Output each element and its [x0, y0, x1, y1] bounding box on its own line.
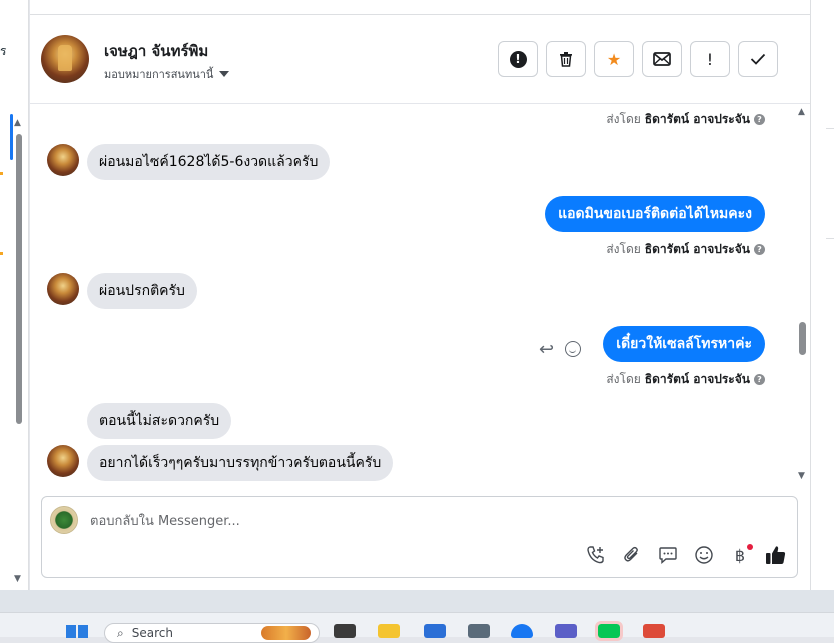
incoming-message[interactable]: ผ่อนมอไซค์1628ได้5-6งวดแล้วครับ — [87, 144, 331, 180]
help-icon[interactable]: ? — [754, 374, 765, 385]
call-button[interactable] — [585, 544, 607, 566]
sender-avatar[interactable] — [47, 144, 79, 176]
envelope-icon — [653, 52, 671, 66]
outgoing-message[interactable]: เดี๋ยวให้เซลล์โทรหาค่ะ — [603, 326, 765, 362]
file-explorer-icon[interactable] — [378, 624, 400, 638]
divider — [826, 128, 834, 129]
mark-unread-button[interactable] — [642, 41, 682, 77]
help-icon[interactable]: ? — [754, 114, 765, 125]
assign-conversation-dropdown[interactable]: มอบหมายการสนทนานี้ — [104, 65, 230, 83]
search-highlight-image — [261, 626, 311, 640]
sent-by-label: ส่งโดย ธิดารัตน์ อาจประจัน ? — [606, 370, 765, 389]
incoming-message[interactable]: อยากได้เร็วๆๆครับมาบรรทุกข้าวครับตอนนี้ค… — [87, 445, 394, 481]
paperclip-icon — [624, 546, 638, 562]
composer-tools: ฿ — [585, 544, 787, 566]
reply-input[interactable] — [90, 511, 590, 531]
conversation-panel: เจษฎา จันทร์พิม มอบหมายการสนทนานี้ ! ★ !… — [30, 14, 810, 590]
contact-avatar[interactable] — [41, 35, 89, 83]
conversation-header: เจษฎา จันทร์พิม มอบหมายการสนทนานี้ ! ★ ! — [30, 15, 810, 104]
teams-icon[interactable] — [555, 624, 577, 638]
baht-icon: ฿ — [734, 545, 746, 565]
scroll-down-arrow-icon[interactable]: ▼ — [798, 471, 805, 481]
search-icon: ⌕ — [117, 626, 124, 640]
message-thread: ส่งโดย ธิดารัตน์ อาจประจัน ? ผ่อนมอไซค์1… — [30, 105, 810, 491]
outgoing-message[interactable]: แอดมินขอเบอร์ติดต่อได้ไหมคะง — [545, 196, 765, 232]
saved-replies-button[interactable] — [657, 544, 679, 566]
mark-done-button[interactable] — [738, 41, 778, 77]
top-gap — [30, 0, 810, 14]
thumbs-up-icon — [766, 546, 786, 564]
incoming-message[interactable]: ผ่อนปรกติครับ — [87, 273, 197, 309]
payment-button[interactable]: ฿ — [729, 544, 753, 566]
star-icon: ★ — [606, 49, 622, 69]
check-icon — [750, 53, 766, 65]
chat-bubble-icon — [659, 547, 677, 565]
cut-off-label: ร — [0, 44, 7, 58]
unread-marker — [0, 252, 3, 255]
help-icon[interactable]: ? — [754, 244, 765, 255]
delete-button[interactable] — [546, 41, 586, 77]
taskbar-search[interactable]: ⌕ Search — [104, 623, 320, 643]
sent-by-label: ส่งโดย ธิดารัตน์ อาจประจัน ? — [606, 110, 765, 129]
assign-label: มอบหมายการสนทนานี้ — [104, 68, 214, 81]
reply-composer: ฿ — [41, 496, 798, 578]
reply-icon[interactable]: ↩ — [539, 339, 554, 360]
page-avatar — [50, 506, 78, 534]
unread-marker — [0, 172, 3, 175]
sent-by-label: ส่งโดย ธิดารัตน์ อาจประจัน ? — [606, 240, 765, 259]
thread-scrollbar[interactable]: ▲ ▼ — [796, 107, 808, 489]
left-scroll-thumb[interactable] — [16, 134, 22, 424]
task-view-icon[interactable] — [334, 624, 356, 638]
divider — [826, 238, 834, 239]
action-toolbar: ! ★ ! — [498, 41, 778, 77]
scroll-down-arrow-icon[interactable]: ▼ — [14, 574, 21, 584]
incoming-message[interactable]: ตอนนี้ไม่สะดวกครับ — [87, 403, 232, 439]
taskbar: ⌕ Search — [0, 612, 834, 643]
divider — [810, 0, 811, 590]
mark-spam-button[interactable]: ! — [498, 41, 538, 77]
line-app-icon[interactable] — [595, 621, 623, 641]
alert-circle-icon: ! — [509, 50, 527, 68]
attach-button[interactable] — [621, 544, 643, 566]
sender-avatar[interactable] — [47, 445, 79, 477]
calculator-icon[interactable] — [468, 624, 490, 638]
notification-dot — [747, 544, 753, 550]
right-pane-edge — [810, 0, 834, 590]
like-button[interactable] — [765, 544, 787, 566]
trash-icon — [560, 52, 572, 67]
react-smile-icon[interactable] — [565, 341, 581, 357]
thread-scroll-thumb[interactable] — [799, 322, 806, 355]
chrome-icon[interactable] — [643, 624, 665, 638]
sender-avatar[interactable] — [47, 273, 79, 305]
scroll-up-arrow-icon[interactable]: ▲ — [798, 107, 805, 117]
contact-name[interactable]: เจษฎา จันทร์พิม — [104, 39, 208, 63]
scroll-up-arrow-icon[interactable]: ▲ — [14, 118, 21, 128]
notepad-icon[interactable] — [424, 624, 446, 638]
follow-up-button[interactable]: ! — [690, 41, 730, 77]
emoji-button[interactable] — [693, 544, 715, 566]
left-scrollbar[interactable]: ▲ ▼ — [13, 118, 24, 588]
search-label: Search — [131, 626, 173, 640]
facebook-icon[interactable] — [511, 624, 533, 638]
phone-plus-icon — [587, 546, 604, 564]
smiley-icon — [695, 546, 713, 564]
caret-down-icon — [219, 71, 230, 77]
exclamation-icon: ! — [706, 49, 714, 69]
windows-start-icon[interactable] — [66, 625, 88, 638]
desktop-background — [0, 590, 834, 612]
star-button[interactable]: ★ — [594, 41, 634, 77]
